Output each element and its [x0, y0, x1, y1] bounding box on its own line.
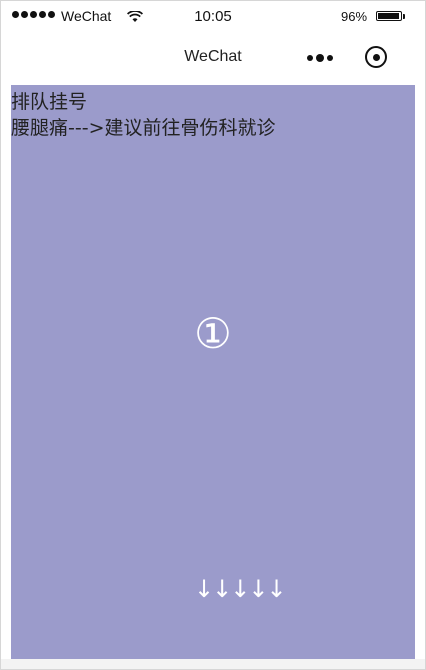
bottom-strip — [1, 659, 425, 669]
department-advice: 腰腿痛--->建议前往骨伤科就诊 — [11, 117, 276, 139]
status-bar: WeChat 10:05 96% — [1, 1, 425, 34]
battery-icon — [376, 11, 402, 21]
down-arrows-icon: ↓↓↓↓↓ — [194, 575, 287, 603]
battery-percentage: 96% — [341, 9, 368, 24]
more-options-button[interactable] — [307, 51, 337, 65]
close-miniprogram-button[interactable] — [365, 46, 387, 68]
battery-tip — [403, 14, 405, 19]
battery-level-fill — [378, 13, 400, 19]
phone-frame: WeChat 10:05 96% WeChat 排队挂号 腰腿痛--->建议前往… — [0, 0, 426, 670]
page-heading: 排队挂号 — [11, 91, 88, 113]
queue-number: ① — [194, 309, 232, 358]
queue-panel: 排队挂号 腰腿痛--->建议前往骨伤科就诊 ① ↓↓↓↓↓ — [11, 85, 415, 659]
navigation-bar: WeChat — [1, 34, 425, 84]
nav-title: WeChat — [184, 48, 242, 65]
